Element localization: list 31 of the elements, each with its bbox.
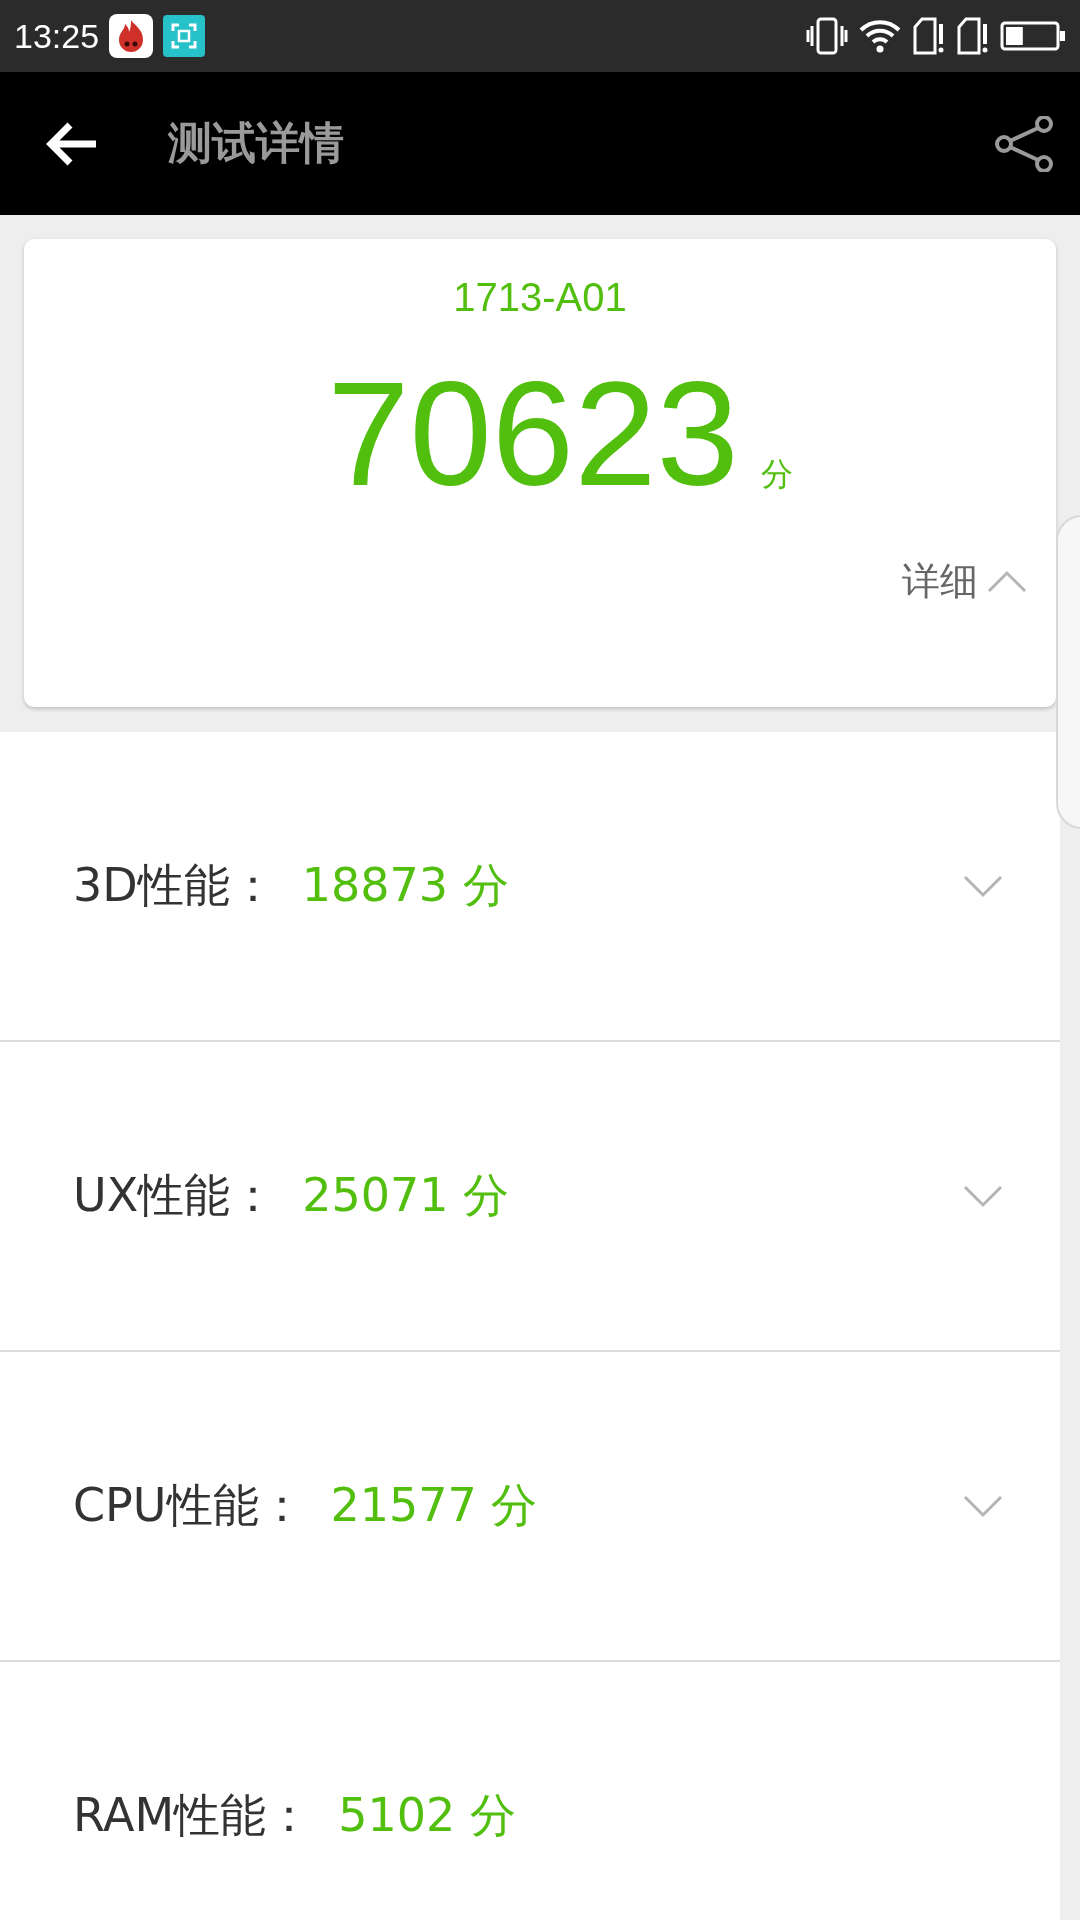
category-label: RAM性能：	[73, 1787, 313, 1844]
chevron-icon[interactable]	[962, 874, 1004, 898]
share-icon[interactable]	[994, 115, 1056, 172]
screenshot-app-icon	[163, 15, 206, 57]
vibrate-icon	[806, 16, 848, 56]
status-time: 13:25	[14, 16, 100, 56]
sim-card-icon	[912, 16, 946, 56]
device-model: 1713-A01	[453, 275, 627, 320]
page-title: 测试详情	[168, 116, 345, 170]
category-score: 21577 分	[330, 1477, 539, 1534]
chevron-icon[interactable]	[962, 1184, 1004, 1208]
back-arrow-icon[interactable]	[46, 120, 98, 167]
benchmark-row[interactable]: UX性能： 25071 分	[0, 1042, 1060, 1352]
benchmark-row[interactable]: 3D性能： 18873 分	[0, 732, 1060, 1042]
category-score: 25071 分	[302, 1167, 511, 1224]
category-label: UX性能：	[73, 1167, 277, 1224]
category-label: 3D性能：	[73, 857, 276, 914]
category-label: CPU性能：	[73, 1477, 305, 1534]
wifi-icon	[858, 18, 902, 54]
benchmark-row[interactable]: CPU性能： 21577 分	[0, 1352, 1060, 1662]
category-score: 5102 分	[338, 1787, 517, 1844]
benchmark-row[interactable]: RAM性能： 5102 分	[0, 1662, 1060, 1920]
flame-app-icon	[109, 14, 154, 58]
chevron-icon[interactable]	[986, 569, 1028, 594]
battery-icon	[1000, 20, 1066, 52]
details-link[interactable]: 详细	[902, 556, 978, 607]
category-score: 18873 分	[301, 857, 510, 914]
chevron-icon[interactable]	[962, 1494, 1004, 1518]
sim-card-icon	[956, 16, 990, 56]
score-unit: 分	[760, 454, 793, 495]
total-score: 70623	[327, 360, 739, 508]
